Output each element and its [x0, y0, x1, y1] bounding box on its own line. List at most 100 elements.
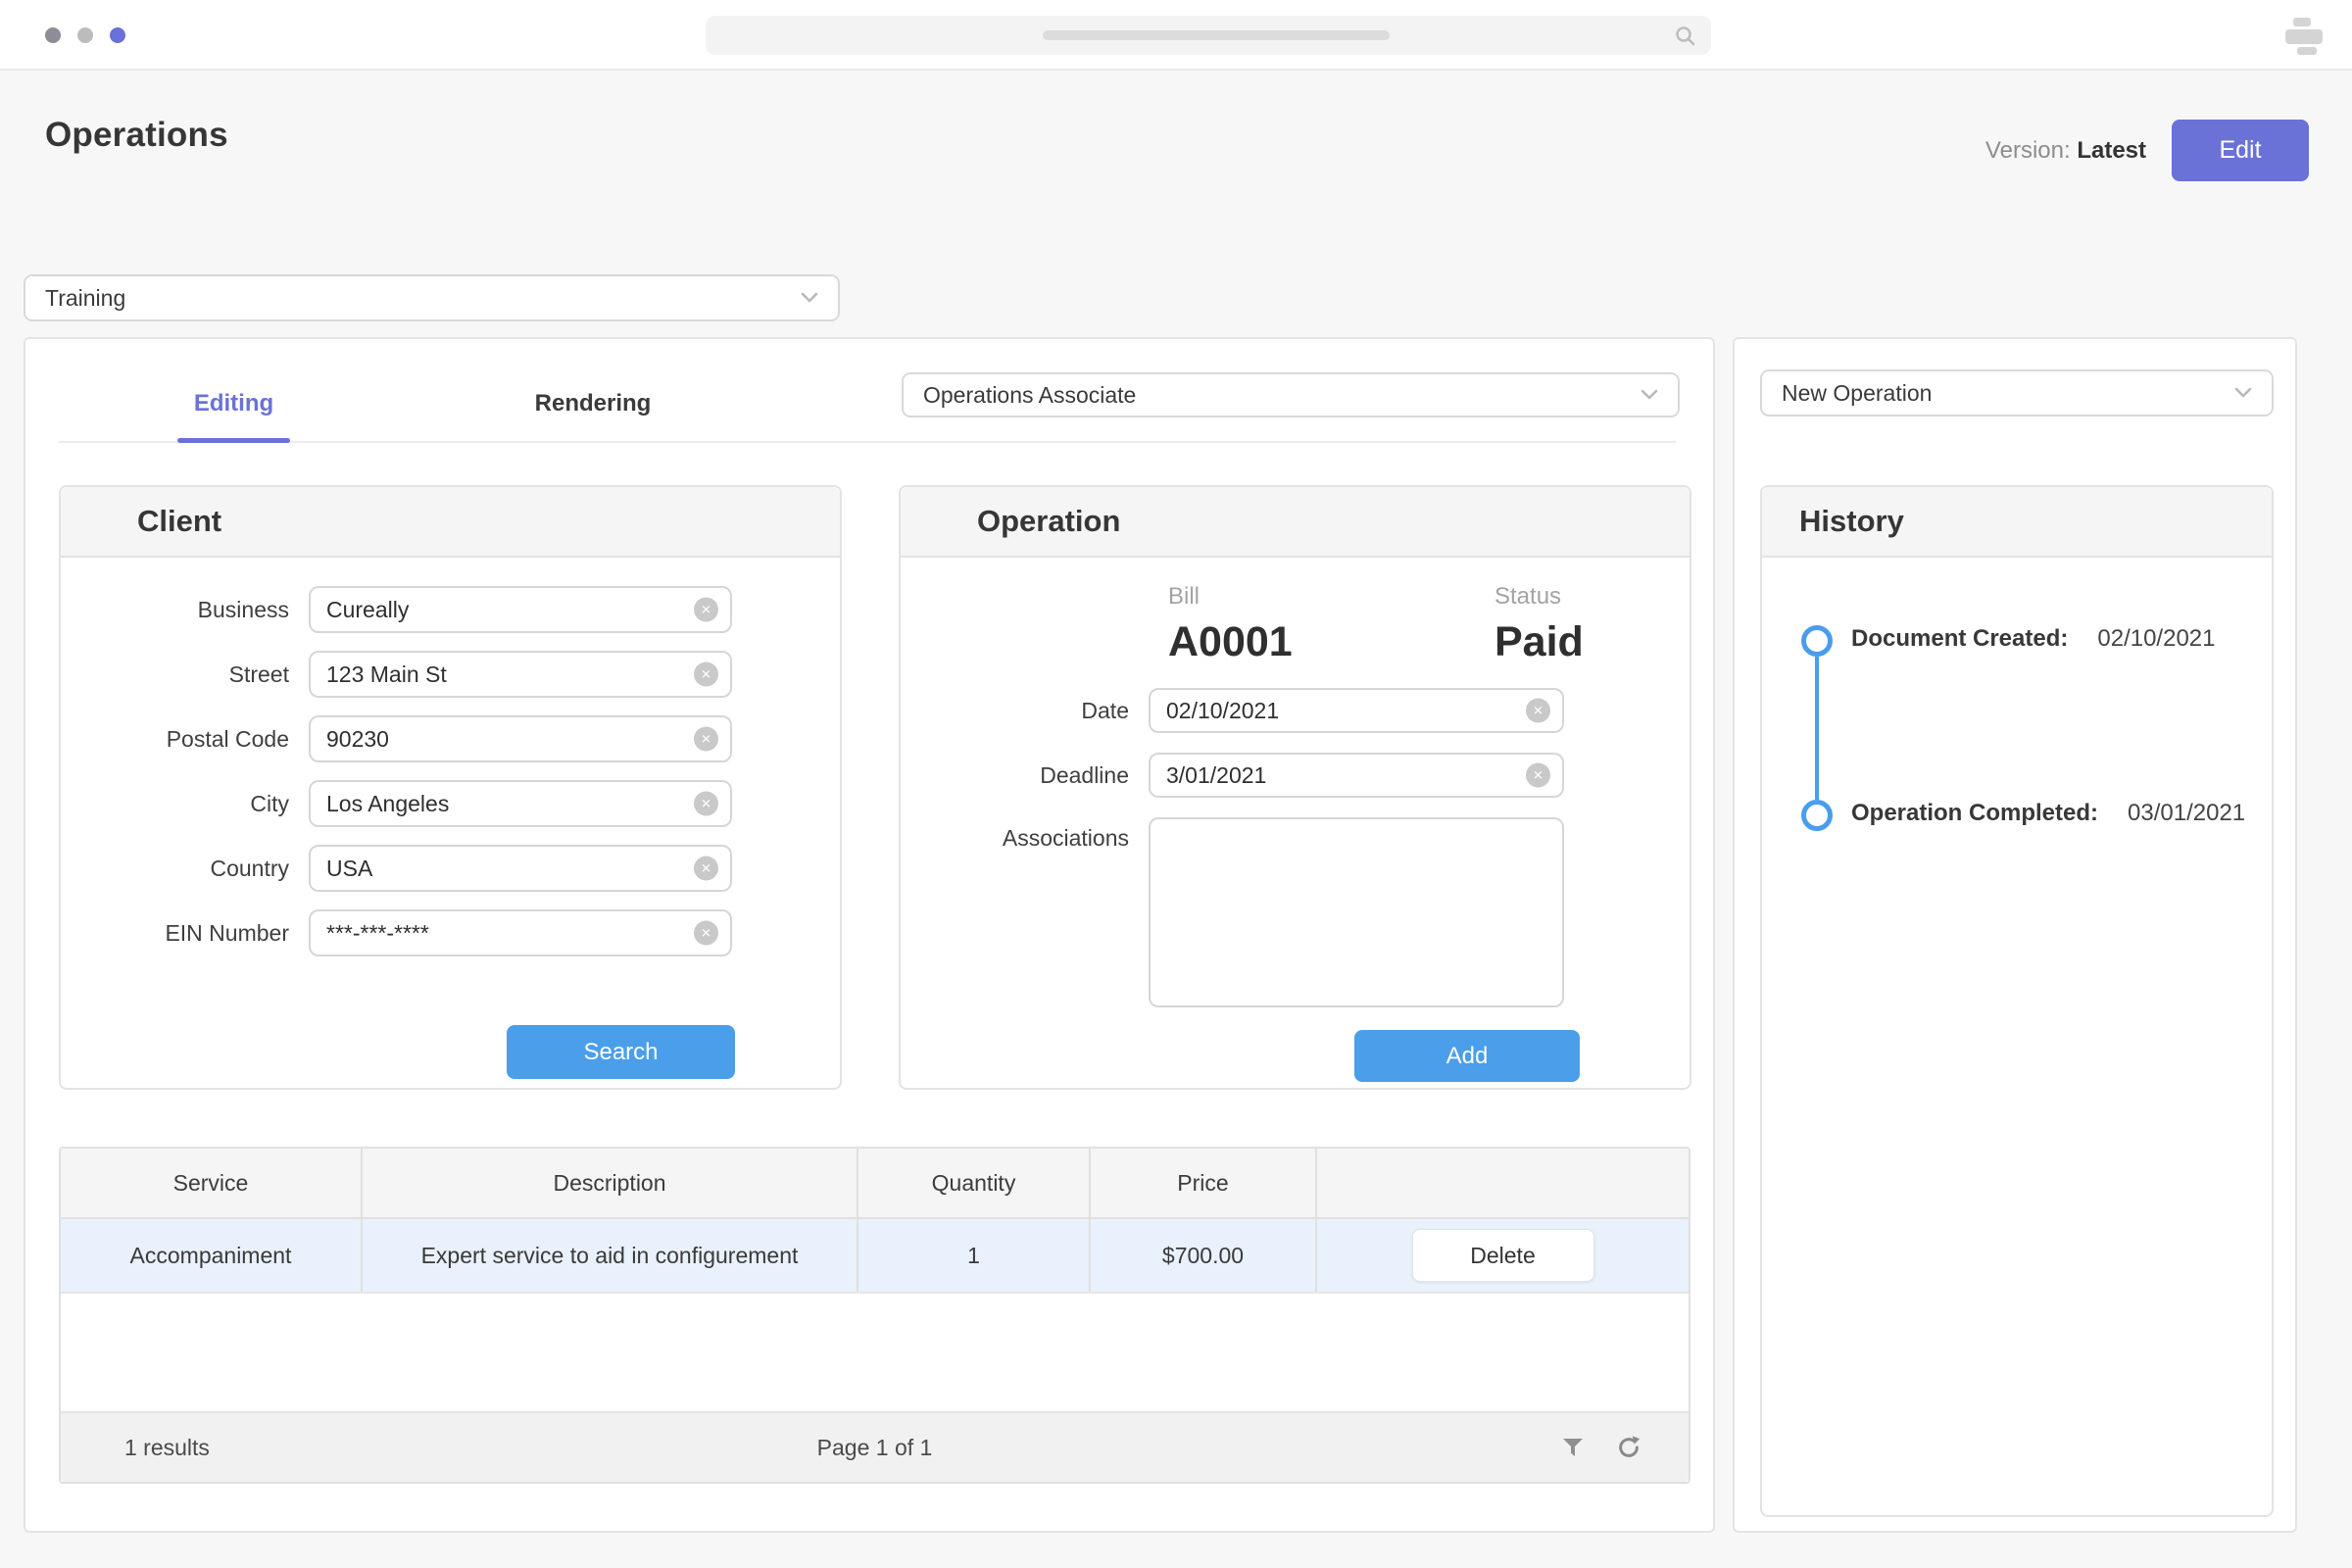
- timeline-connector: [1815, 657, 1819, 800]
- add-button[interactable]: Add: [1354, 1030, 1580, 1082]
- field-label: Street: [61, 662, 309, 688]
- timeline-dot: [1801, 625, 1833, 657]
- postal-code-input[interactable]: [309, 715, 732, 762]
- associations-textarea[interactable]: [1149, 817, 1564, 1007]
- search-icon: [1674, 24, 1697, 48]
- date-input[interactable]: [1149, 688, 1564, 733]
- event-date: 02/10/2021: [2097, 625, 2215, 653]
- filter-icon[interactable]: [1561, 1437, 1585, 1458]
- column-header-service: Service: [61, 1149, 363, 1217]
- menu-icon[interactable]: [2285, 18, 2323, 55]
- bill-value: A0001: [1168, 618, 1293, 666]
- window-dot-3[interactable]: [110, 27, 125, 43]
- clear-icon[interactable]: ✕: [694, 921, 718, 946]
- cell-price: $700.00: [1091, 1219, 1317, 1292]
- operation-section: Operation Bill A0001 Status Paid Date ✕: [899, 485, 1691, 1090]
- clear-icon[interactable]: ✕: [694, 598, 718, 622]
- business-input[interactable]: [309, 586, 732, 633]
- deadline-input[interactable]: [1149, 753, 1564, 798]
- bill-block: Bill A0001: [1168, 583, 1293, 666]
- delete-button[interactable]: Delete: [1412, 1229, 1594, 1282]
- window-titlebar: [0, 0, 2352, 71]
- window-dot-2[interactable]: [77, 27, 93, 43]
- chevron-down-icon: [2234, 387, 2252, 399]
- chevron-down-icon: [1641, 389, 1658, 401]
- table-row: Accompaniment Expert service to aid in c…: [61, 1219, 1689, 1294]
- field-label: Postal Code: [61, 726, 309, 753]
- status-label: Status: [1494, 583, 1584, 611]
- timeline-dot: [1801, 800, 1833, 831]
- ein-input[interactable]: [309, 909, 732, 956]
- history-event: Operation Completed: 03/01/2021: [1851, 800, 2245, 827]
- cell-actions: Delete: [1317, 1219, 1689, 1292]
- operation-field-date: Date ✕: [901, 688, 1564, 733]
- bill-label: Bill: [1168, 583, 1293, 611]
- field-label: Associations: [901, 817, 1149, 852]
- new-operation-select[interactable]: New Operation: [1760, 369, 2274, 416]
- clear-icon[interactable]: ✕: [1526, 699, 1550, 723]
- page-title: Operations: [45, 116, 228, 155]
- tab-rendering[interactable]: Rendering: [510, 390, 676, 417]
- new-operation-select-value: New Operation: [1782, 380, 1932, 407]
- operation-section-title: Operation: [901, 487, 1690, 558]
- search-placeholder-line: [1043, 30, 1390, 40]
- client-field-street: Street ✕: [61, 651, 840, 698]
- search-input[interactable]: [706, 16, 1711, 55]
- training-select[interactable]: Training: [24, 274, 840, 321]
- client-field-country: Country ✕: [61, 845, 840, 892]
- field-label: Deadline: [901, 762, 1149, 789]
- column-header-quantity: Quantity: [858, 1149, 1091, 1217]
- clear-icon[interactable]: ✕: [694, 792, 718, 816]
- history-section-title: History: [1762, 487, 2272, 558]
- refresh-icon[interactable]: [1616, 1435, 1642, 1460]
- clear-icon[interactable]: ✕: [694, 857, 718, 881]
- cell-description: Expert service to aid in configurement: [363, 1219, 858, 1292]
- client-field-city: City ✕: [61, 780, 840, 827]
- client-field-ein: EIN Number ✕: [61, 909, 840, 956]
- history-section: History Document Created: 02/10/2021 Ope…: [1760, 485, 2274, 1517]
- operation-field-associations: Associations: [901, 817, 1564, 1012]
- version-value: Latest: [2077, 137, 2146, 164]
- main-panel: Editing Rendering Operations Associate C…: [24, 337, 1715, 1533]
- edit-button[interactable]: Edit: [2172, 120, 2309, 181]
- column-header-price: Price: [1091, 1149, 1317, 1217]
- event-date: 03/01/2021: [2128, 800, 2245, 827]
- client-field-business: Business ✕: [61, 586, 840, 633]
- page-indicator: Page 1 of 1: [61, 1435, 1689, 1461]
- table-header-row: Service Description Quantity Price: [61, 1149, 1689, 1219]
- clear-icon[interactable]: ✕: [694, 662, 718, 687]
- field-label: City: [61, 791, 309, 817]
- field-label: EIN Number: [61, 920, 309, 947]
- field-label: Business: [61, 597, 309, 623]
- street-input[interactable]: [309, 651, 732, 698]
- associate-select-value: Operations Associate: [923, 382, 1136, 409]
- associate-select[interactable]: Operations Associate: [902, 372, 1680, 417]
- tab-editing[interactable]: Editing: [177, 390, 290, 417]
- status-badge: Paid: [1494, 618, 1584, 666]
- event-label: Document Created:: [1851, 625, 2068, 653]
- field-label: Date: [901, 698, 1149, 724]
- history-event: Document Created: 02/10/2021: [1851, 625, 2216, 653]
- active-tab-underline: [177, 438, 290, 443]
- clear-icon[interactable]: ✕: [1526, 763, 1550, 788]
- table-footer: 1 results Page 1 of 1: [61, 1411, 1689, 1482]
- clear-icon[interactable]: ✕: [694, 727, 718, 752]
- cell-service: Accompaniment: [61, 1219, 363, 1292]
- client-field-postal-code: Postal Code ✕: [61, 715, 840, 762]
- cell-quantity: 1: [858, 1219, 1091, 1292]
- country-input[interactable]: [309, 845, 732, 892]
- chevron-down-icon: [801, 292, 818, 304]
- client-section: Client Business ✕ Street ✕: [59, 485, 842, 1090]
- client-search-button[interactable]: Search: [507, 1025, 735, 1079]
- window-dot-1[interactable]: [45, 27, 61, 43]
- column-header-description: Description: [363, 1149, 858, 1217]
- status-block: Status Paid: [1494, 583, 1584, 666]
- field-label: Country: [61, 856, 309, 882]
- version-text: Version: Latest: [1985, 137, 2146, 165]
- operation-field-deadline: Deadline ✕: [901, 753, 1564, 798]
- client-section-title: Client: [61, 487, 840, 558]
- training-select-value: Training: [45, 285, 125, 312]
- services-table: Service Description Quantity Price Accom…: [59, 1147, 1690, 1484]
- window-controls: [45, 27, 125, 43]
- city-input[interactable]: [309, 780, 732, 827]
